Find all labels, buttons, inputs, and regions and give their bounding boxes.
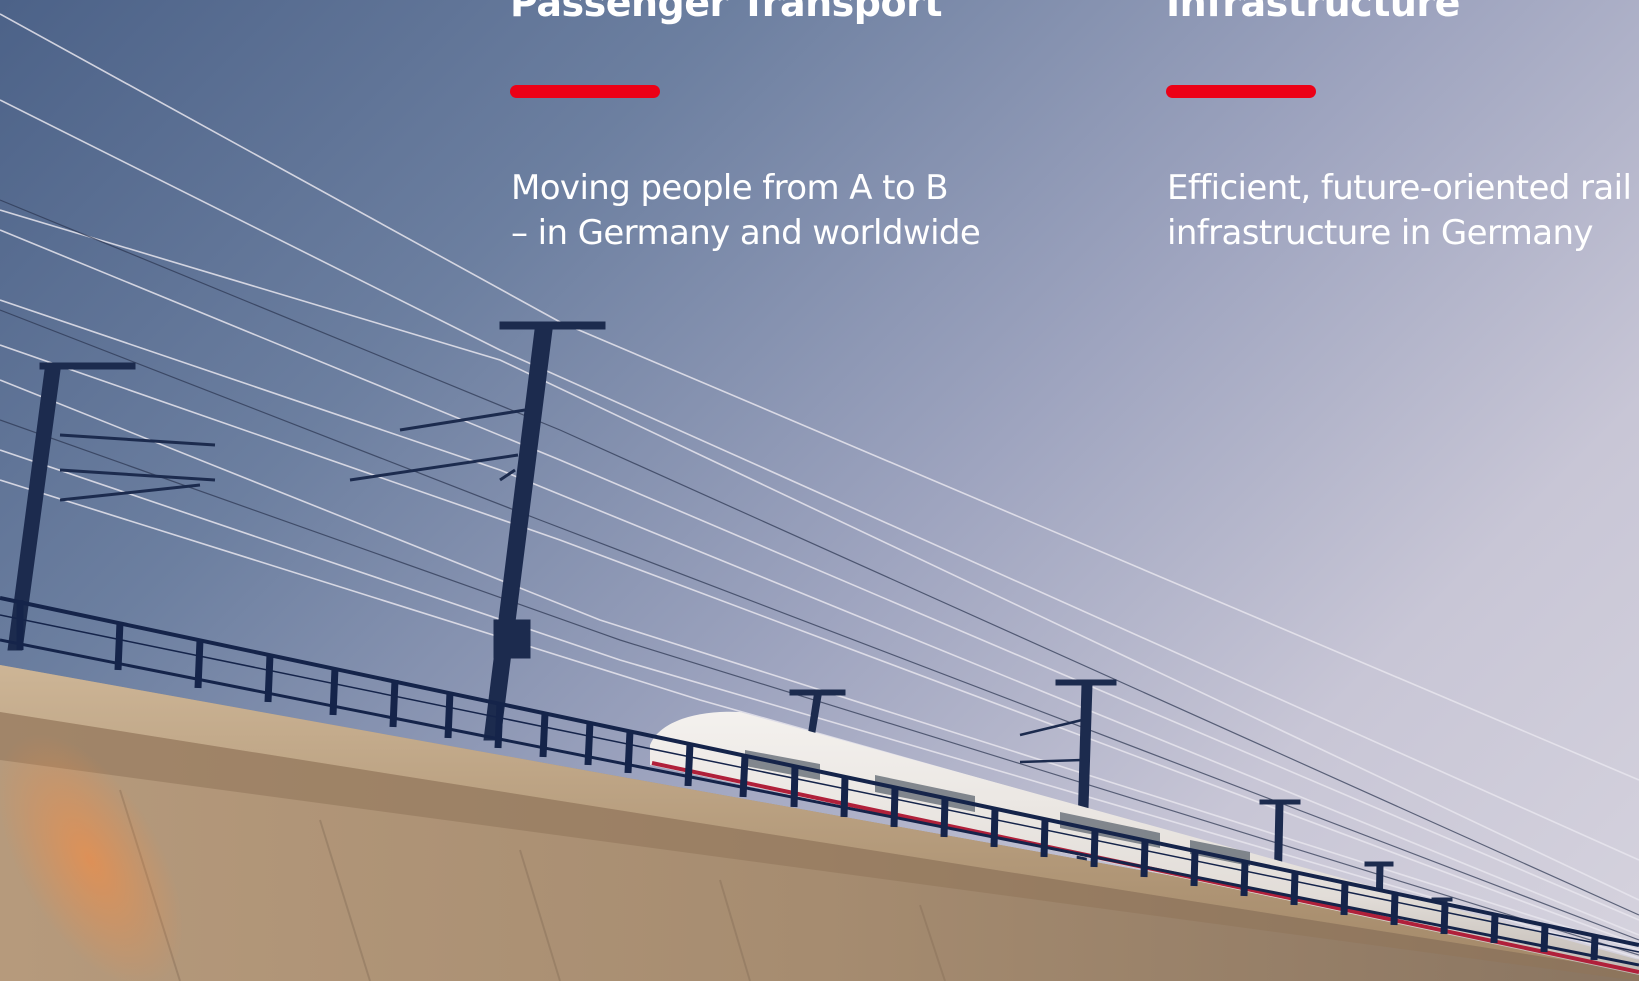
infrastructure-accent-bar	[1166, 85, 1316, 98]
infrastructure-title[interactable]: Infrastructure	[1166, 0, 1639, 28]
description-line: – in Germany and worldwide	[511, 213, 981, 253]
description-line: Efficient, future-oriented rail	[1167, 168, 1632, 208]
passenger-transport-description: Moving people from A to B – in Germany a…	[511, 166, 1111, 256]
passenger-transport-accent-bar	[510, 85, 660, 98]
description-line: infrastructure in Germany	[1167, 213, 1594, 253]
infrastructure-description: Efficient, future-oriented rail infrastr…	[1167, 166, 1639, 256]
infrastructure-column: Infrastructure Efficient, future-oriente…	[1166, 0, 1639, 253]
passenger-transport-column: Passenger Transport Moving people from A…	[510, 0, 1070, 253]
train-viaduct-photo	[0, 13, 1639, 981]
passenger-transport-title[interactable]: Passenger Transport	[510, 0, 1070, 28]
description-line: Moving people from A to B	[511, 168, 949, 208]
hero-section: Passenger Transport Moving people from A…	[0, 0, 1639, 981]
